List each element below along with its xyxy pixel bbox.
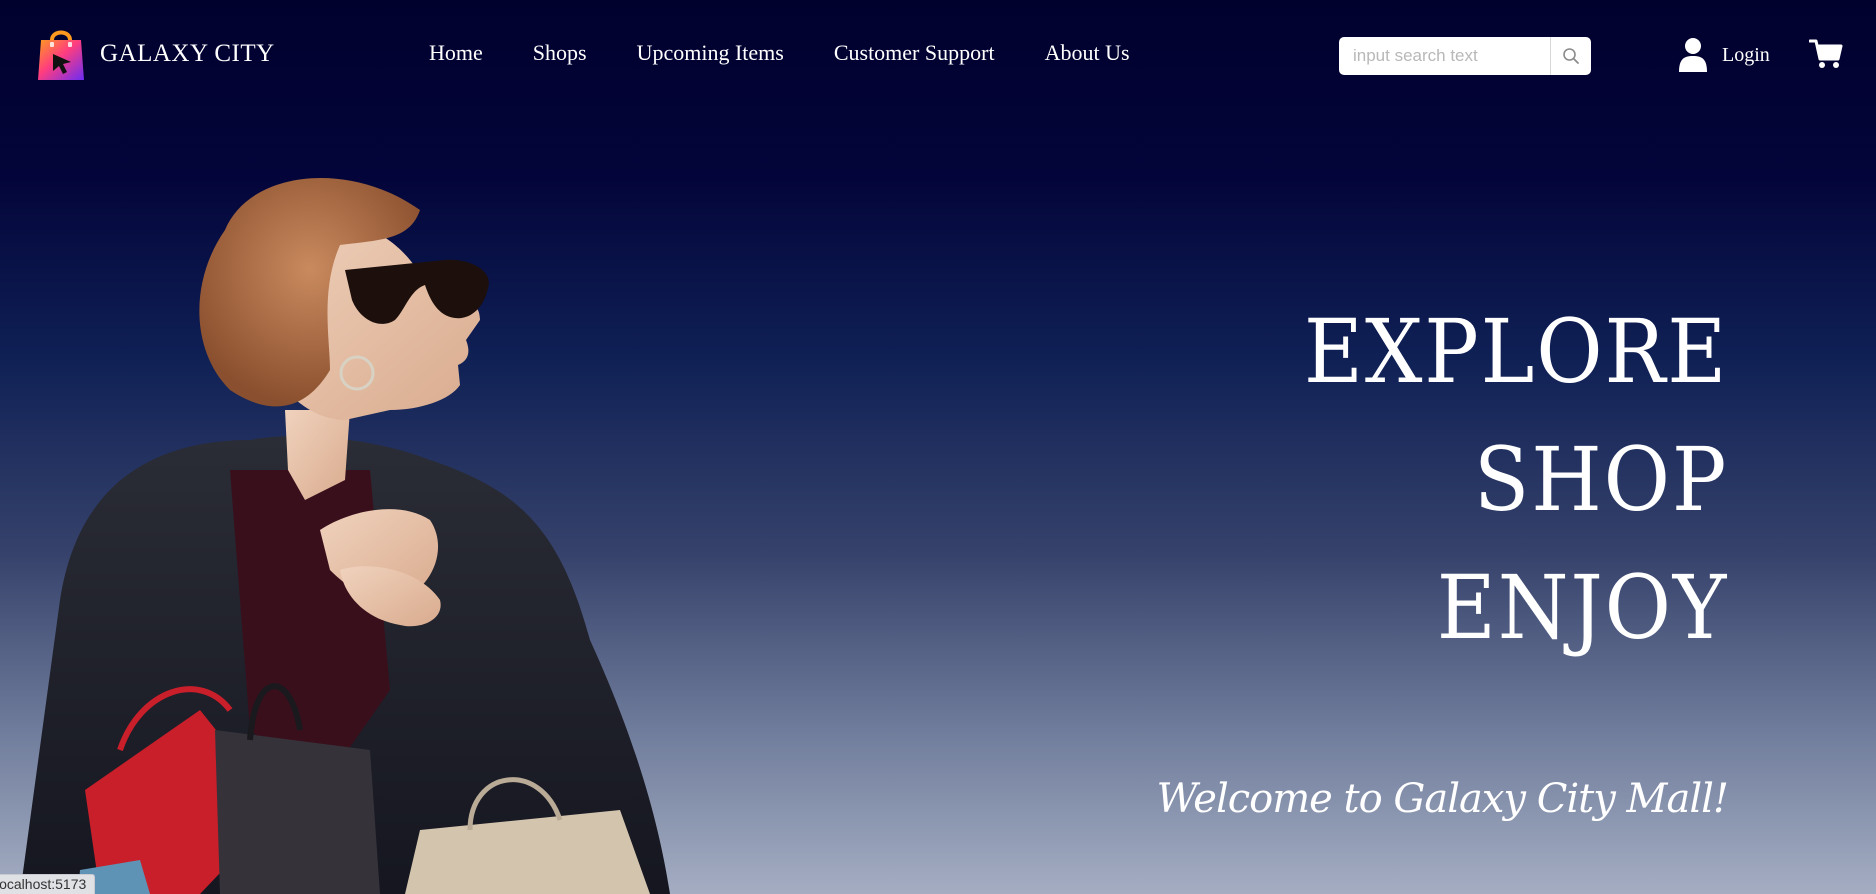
nav-shops[interactable]: Shops [533, 40, 587, 66]
hero-headline: EXPLORE SHOP ENJOY [1267, 288, 1728, 672]
search-icon [1563, 48, 1579, 64]
hero-line-shop: SHOP [1473, 428, 1728, 531]
hero-line-explore: EXPLORE [1303, 300, 1728, 403]
nav-upcoming-items[interactable]: Upcoming Items [637, 40, 784, 66]
login-button[interactable]: Login [1678, 37, 1770, 73]
nav-about-us[interactable]: About Us [1045, 40, 1130, 66]
nav-home[interactable]: Home [429, 40, 483, 66]
search-button[interactable] [1550, 37, 1591, 75]
hero-line-enjoy: ENJOY [1436, 556, 1728, 659]
main-nav: Home Shops Upcoming Items Customer Suppo… [429, 40, 1180, 66]
user-icon [1679, 38, 1707, 72]
search-box [1339, 37, 1591, 75]
shopping-cart-icon [1808, 39, 1843, 68]
shopping-bag-cursor-icon [38, 30, 84, 80]
welcome-message: Welcome to Galaxy City Mall! [1156, 776, 1729, 822]
search-input[interactable] [1339, 37, 1550, 75]
nav-customer-support[interactable]: Customer Support [834, 40, 995, 66]
brand-home-link[interactable]: GALAXY CITY [36, 26, 275, 82]
woman-with-shopping-bags-photo [20, 177, 670, 894]
cart-button[interactable] [1808, 38, 1843, 75]
top-navbar: GALAXY CITY Home Shops Upcoming Items Cu… [0, 0, 1876, 112]
brand-name: GALAXY CITY [100, 40, 275, 67]
browser-status-url: localhost:5173 [0, 874, 96, 894]
login-label: Login [1722, 43, 1770, 66]
